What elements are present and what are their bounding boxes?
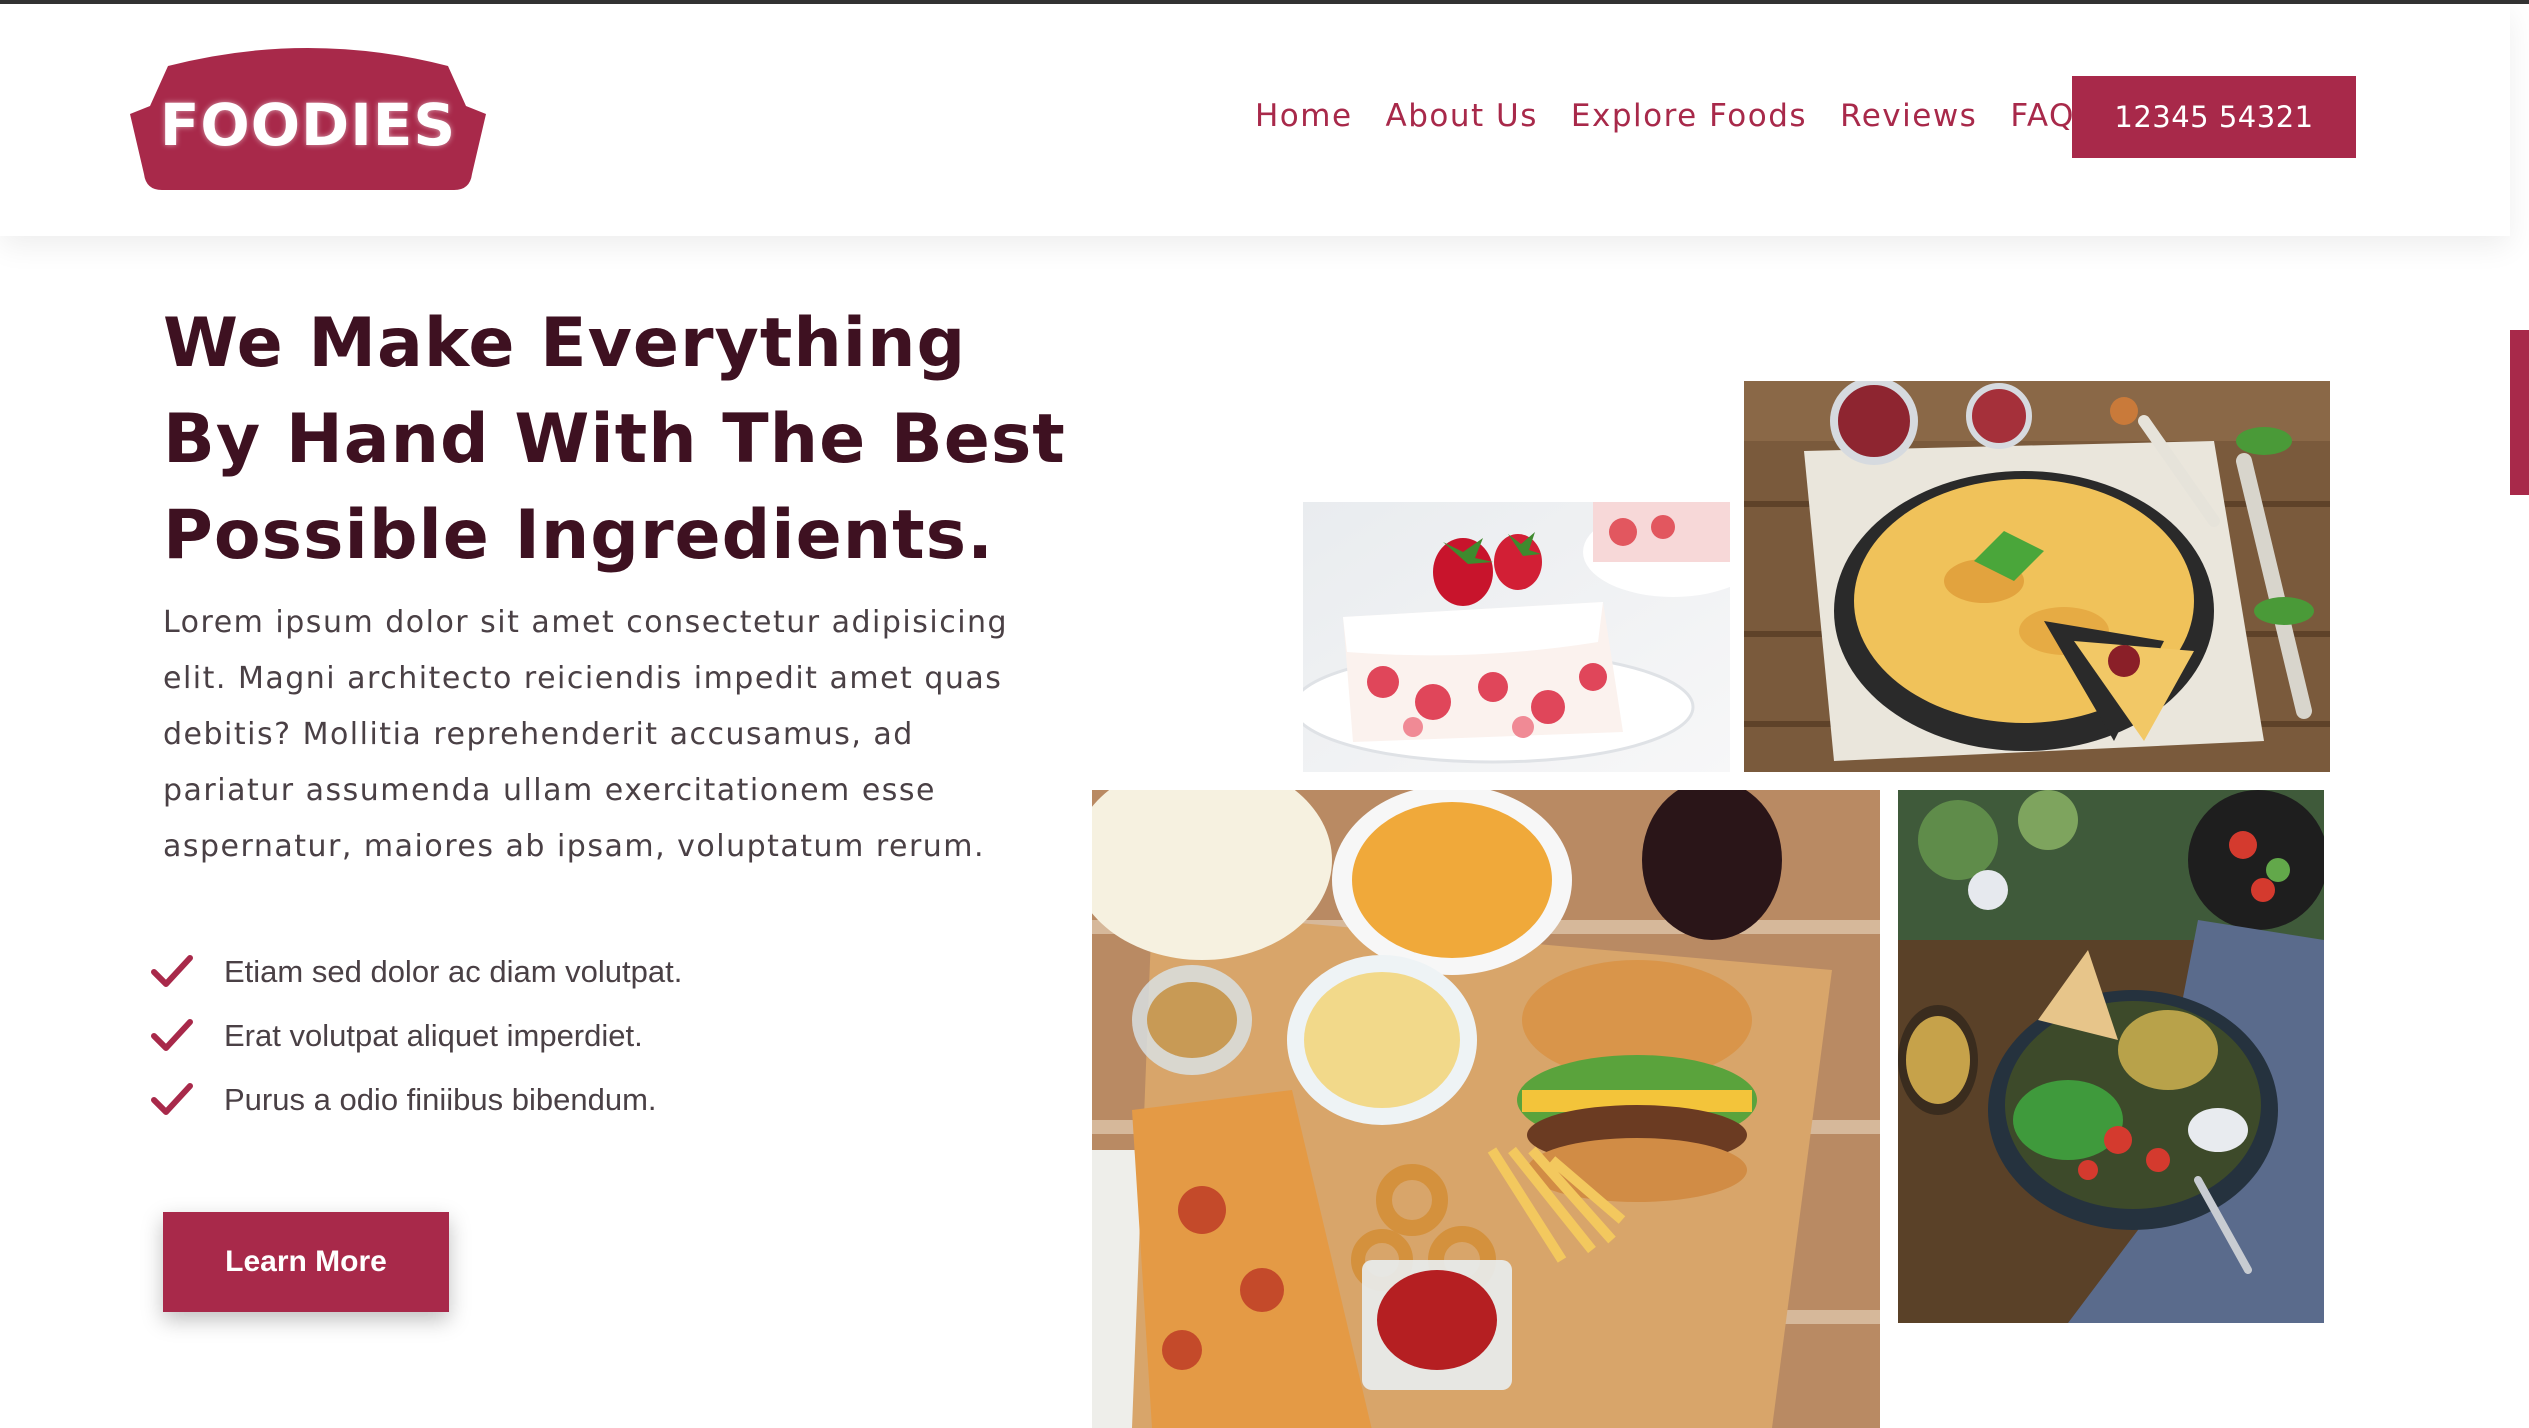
- fast-food-photo: [1092, 790, 1880, 1428]
- check-icon: [151, 1083, 193, 1115]
- side-tab[interactable]: [2510, 330, 2529, 495]
- nav-reviews[interactable]: Reviews: [1840, 98, 1977, 134]
- feature-list: Etiam sed dolor ac diam volutpat. Erat v…: [150, 940, 682, 1132]
- check-icon: [151, 1019, 193, 1051]
- logo-text: FOODIES: [159, 91, 457, 159]
- main-nav: Home About Us Explore Foods Reviews FAQs: [1255, 92, 2126, 140]
- feature-text: Erat volutpat aliquet imperdiet.: [224, 1018, 643, 1053]
- phone-button[interactable]: 12345 54321: [2072, 76, 2356, 158]
- list-item: Purus a odio finiibus bibendum.: [150, 1068, 682, 1132]
- feature-text: Etiam sed dolor ac diam volutpat.: [224, 954, 683, 989]
- salad-bowl-photo: [1898, 790, 2324, 1323]
- omelette-photo: [1744, 381, 2330, 772]
- hero-title: We Make Everything By Hand With The Best…: [163, 304, 1066, 575]
- nav-home[interactable]: Home: [1255, 98, 1353, 134]
- site-header: FOODIES Home About Us Explore Foods Revi…: [0, 4, 2510, 236]
- learn-more-button[interactable]: Learn More: [163, 1212, 449, 1312]
- strawberry-cake-photo: [1303, 502, 1730, 772]
- nav-about-us[interactable]: About Us: [1386, 98, 1538, 134]
- nav-explore-foods[interactable]: Explore Foods: [1571, 98, 1807, 134]
- list-item: Erat volutpat aliquet imperdiet.: [150, 1004, 682, 1068]
- foodies-logo[interactable]: FOODIES: [128, 44, 488, 194]
- feature-text: Purus a odio finiibus bibendum.: [224, 1082, 657, 1117]
- list-item: Etiam sed dolor ac diam volutpat.: [150, 940, 682, 1004]
- hero-paragraph: Lorem ipsum dolor sit amet consectetur a…: [163, 605, 1009, 864]
- check-icon: [151, 955, 193, 987]
